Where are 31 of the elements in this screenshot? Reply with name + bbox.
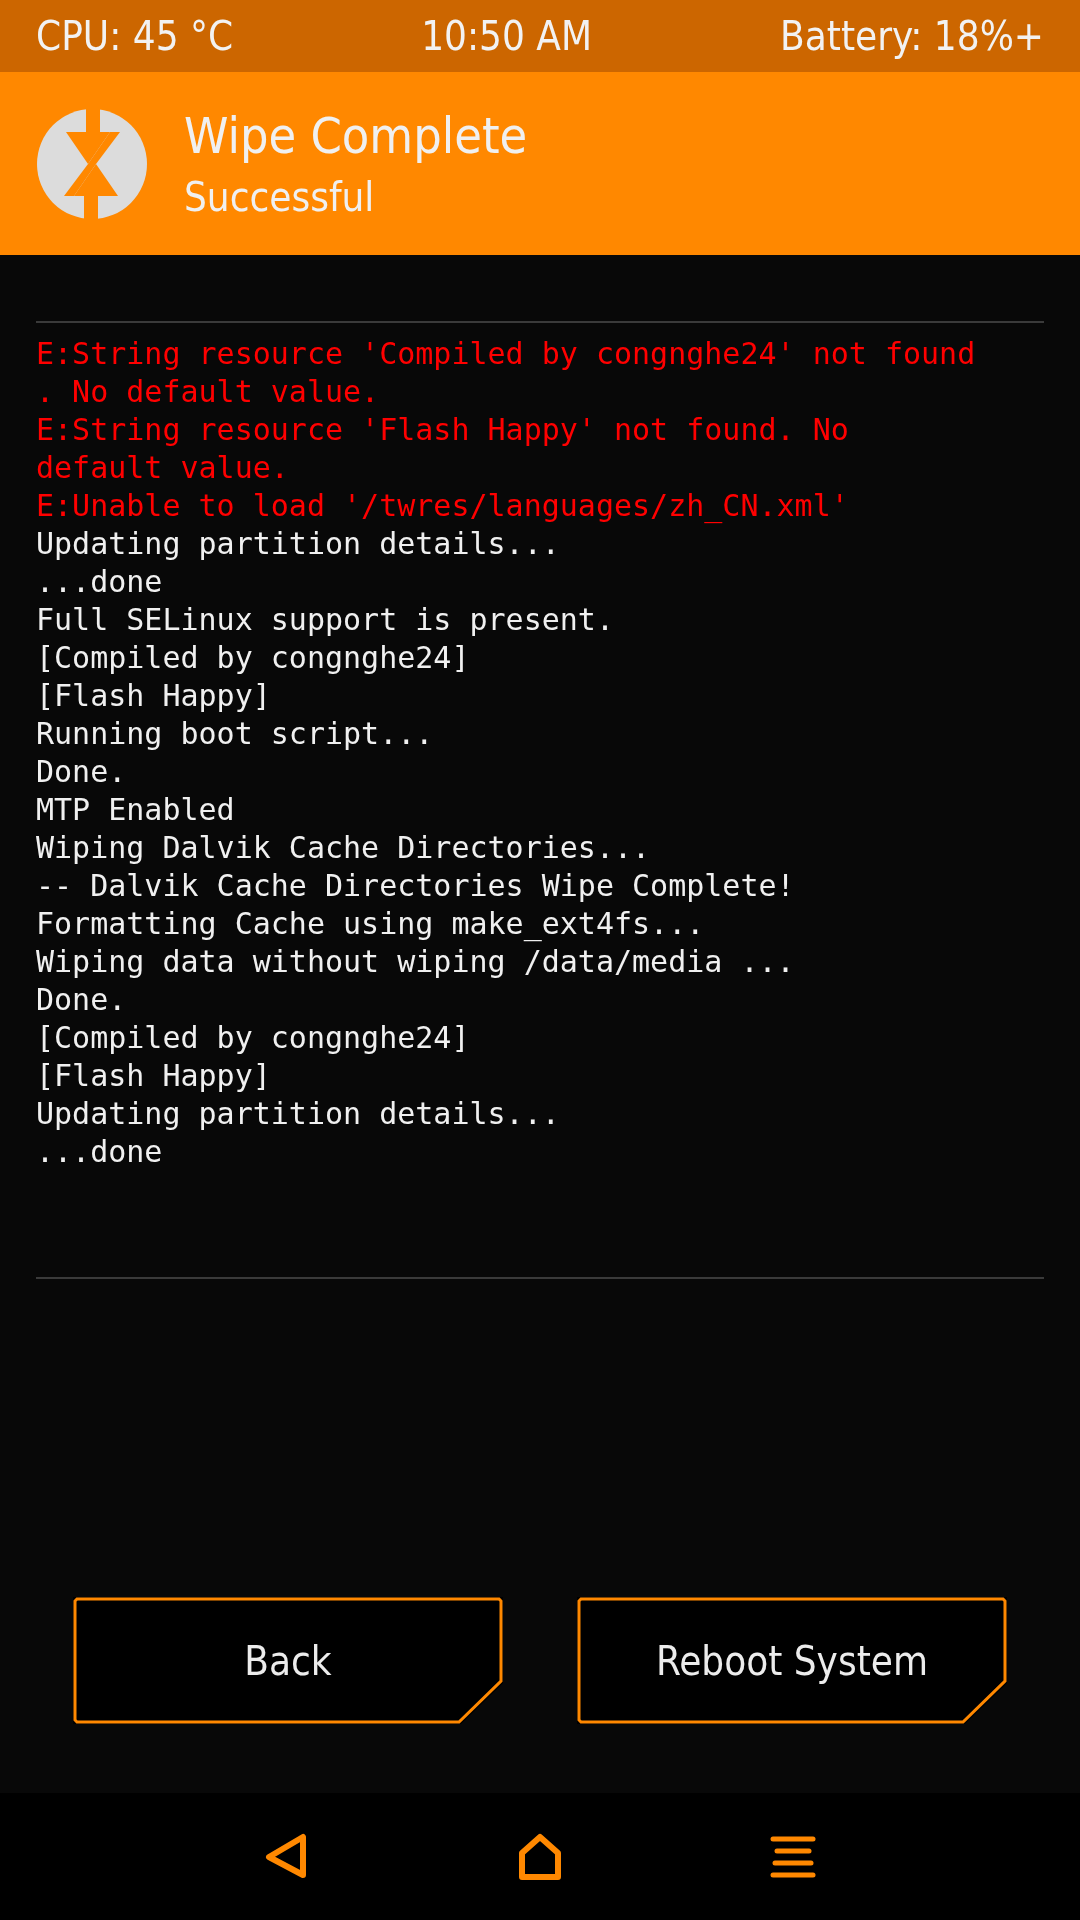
log-line: Wiping data without wiping /data/media ...: [36, 943, 795, 981]
log-line: ...done: [36, 1133, 163, 1171]
clock: 10:50 AM: [421, 13, 592, 59]
cpu-temperature: CPU: 45 °C: [36, 13, 234, 59]
log-line: MTP Enabled: [36, 791, 235, 829]
error-log-line: E:String resource 'Flash Happy' not found. No: [36, 411, 849, 449]
error-log-line: E:String resource 'Compiled by congnghe24' not found: [36, 335, 976, 373]
log-line: Updating partition details...: [36, 525, 560, 563]
log-line: -- Dalvik Cache Directories Wipe Complete!: [36, 867, 795, 905]
header-subtitle: Successful: [184, 172, 376, 222]
error-log-line: default value.: [36, 449, 289, 487]
log-line: Wiping Dalvik Cache Directories...: [36, 829, 651, 867]
error-log-line: E:Unable to load '/twres/languages/zh_CN.xml': [36, 487, 849, 525]
log-line: Running boot script...: [36, 715, 434, 753]
log-line: [Flash Happy]: [36, 677, 271, 715]
log-line: Full SELinux support is present.: [36, 601, 614, 639]
log-line: Updating partition details...: [36, 1095, 560, 1133]
logo-icon: [36, 107, 148, 220]
error-log-line: . No default value.: [36, 373, 380, 411]
action-button[interactable]: Back: [73, 1597, 503, 1724]
log-line: Done.: [36, 753, 127, 791]
header-title: Wipe Complete: [184, 105, 528, 166]
log-line: [Flash Happy]: [36, 1057, 271, 1095]
action-button[interactable]: Reboot System: [577, 1597, 1007, 1724]
log-line: ...done: [36, 563, 163, 601]
log-line: [Compiled by congnghe24]: [36, 639, 470, 677]
log-line: Done.: [36, 981, 127, 1019]
log-line: Formatting Cache using make_ext4fs...: [36, 905, 705, 943]
log-line: [Compiled by congnghe24]: [36, 1019, 470, 1057]
battery-level: Battery: 18%+: [780, 13, 1044, 59]
home-icon[interactable]: [516, 1832, 564, 1881]
